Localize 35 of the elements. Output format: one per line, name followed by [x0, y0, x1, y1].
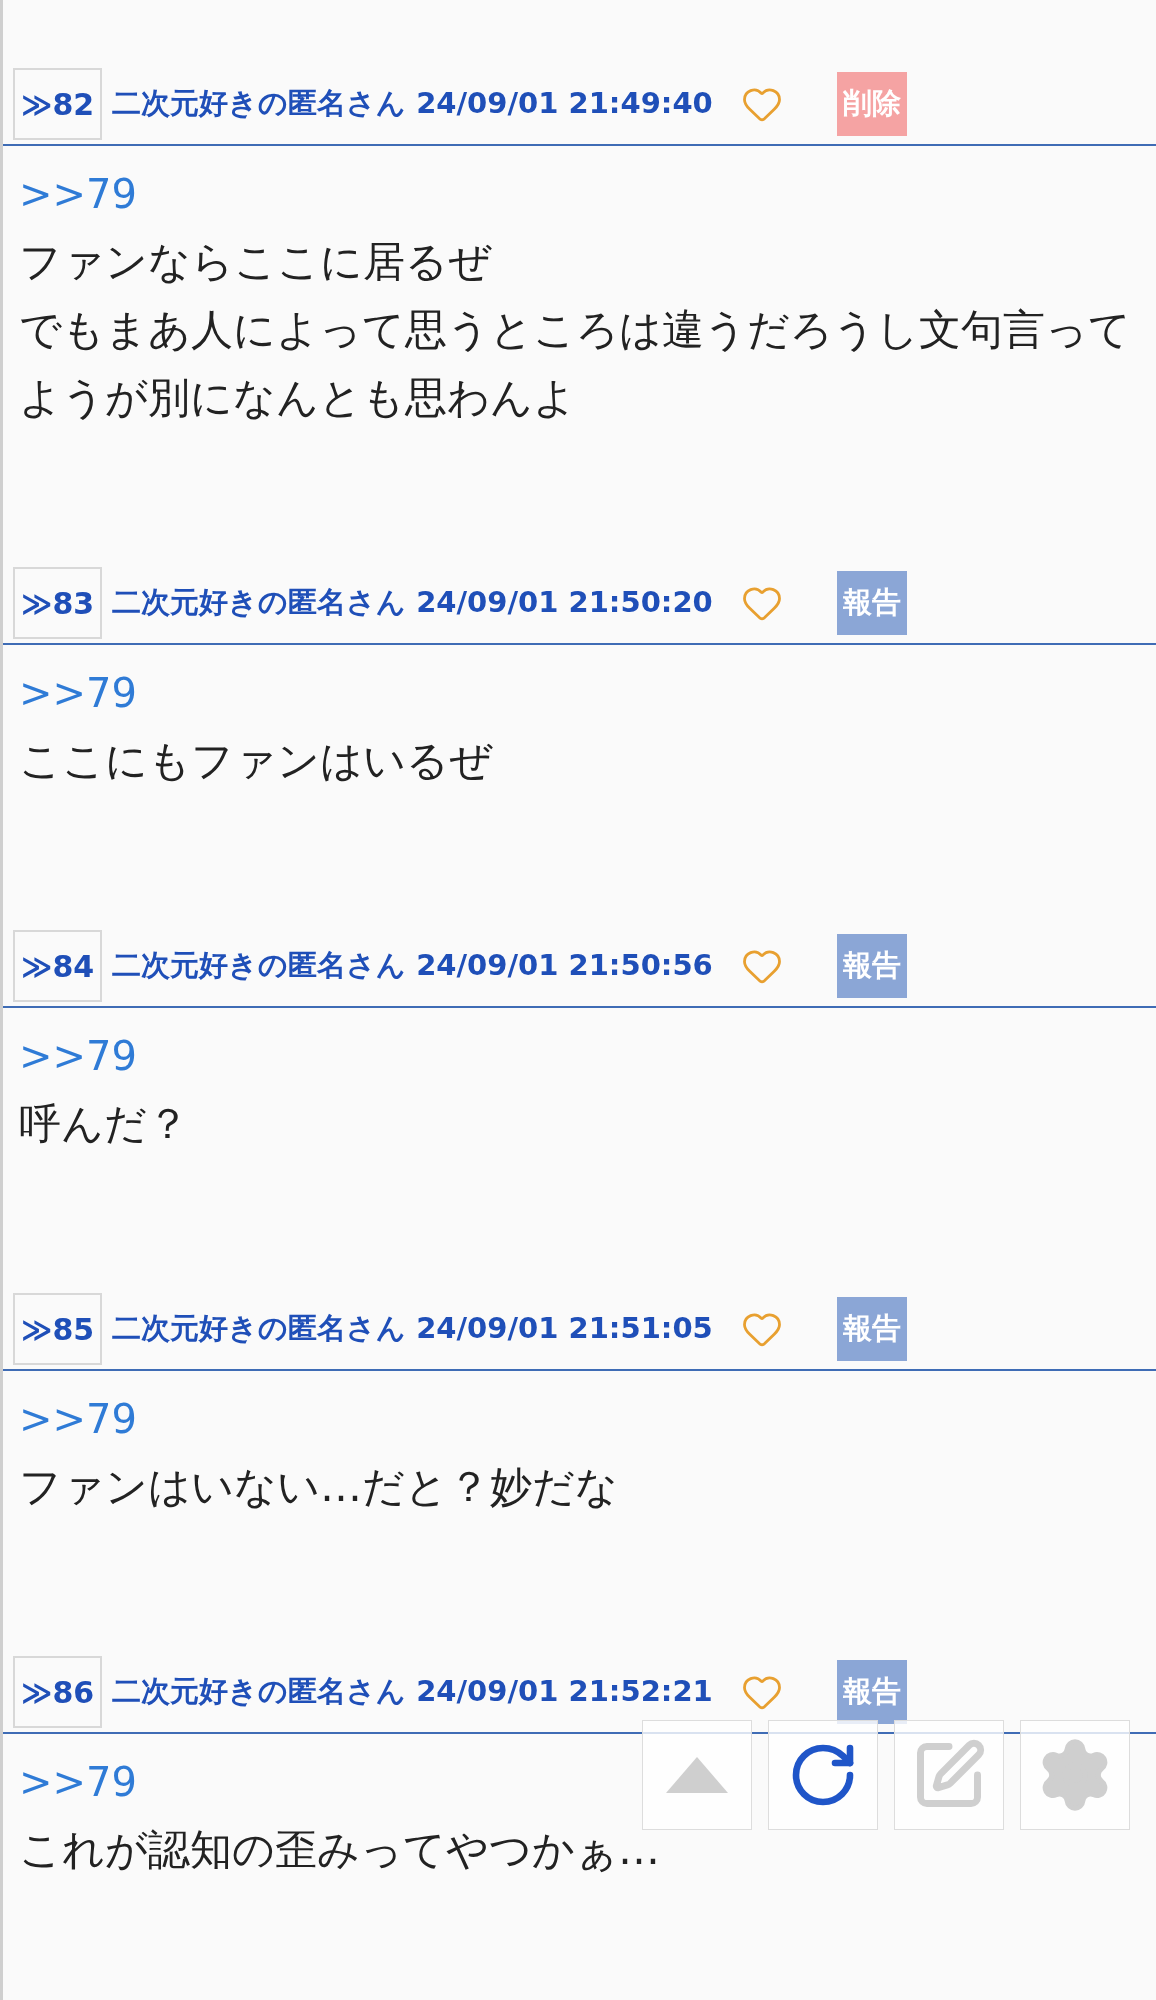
post-text: これが認知の歪みってやつかぁ… [19, 1824, 661, 1876]
reply-link[interactable]: >>79 [19, 1022, 137, 1090]
author-name: 二次元好きの匿名さん [112, 584, 407, 622]
settings-button[interactable] [1020, 1720, 1130, 1830]
post-text: でもまあ人によって思うところは違うだろうし文句言ってようが別になんとも思わんよ [19, 304, 1131, 424]
report-button[interactable]: 報告 [836, 571, 907, 635]
author-name: 二次元好きの匿名さん [112, 1310, 407, 1348]
reply-link[interactable]: >>79 [19, 1748, 137, 1816]
post-number[interactable]: ≫85 [13, 1293, 103, 1365]
post-date: 24/09/01 21:51:05 [416, 1310, 713, 1348]
post-date: 24/09/01 21:50:56 [416, 947, 713, 985]
post-date: 24/09/01 21:50:20 [416, 584, 713, 622]
reply-link[interactable]: >>79 [19, 659, 137, 727]
post-number[interactable]: ≫83 [13, 567, 103, 639]
report-button[interactable]: 報告 [836, 1297, 907, 1361]
post-date: 24/09/01 21:49:40 [416, 85, 713, 123]
up-triangle-icon [666, 1757, 728, 1793]
post-number[interactable]: ≫86 [13, 1656, 103, 1728]
refresh-button[interactable] [768, 1720, 878, 1830]
post-text: ファンならここに居るぜ [19, 236, 493, 288]
scroll-up-button[interactable] [642, 1720, 752, 1830]
report-button[interactable]: 報告 [836, 934, 907, 998]
post-text: ファンはいない…だと？妙だな [19, 1461, 619, 1513]
post-date: 24/09/01 21:52:21 [416, 1673, 713, 1711]
report-button[interactable]: 報告 [836, 1660, 907, 1724]
reply-link[interactable]: >>79 [19, 160, 137, 228]
author-name: 二次元好きの匿名さん [112, 1673, 407, 1711]
reply-link[interactable]: >>79 [19, 1385, 137, 1453]
post-number[interactable]: ≫84 [13, 930, 103, 1002]
author-name: 二次元好きの匿名さん [112, 947, 407, 985]
post-number[interactable]: ≫82 [13, 68, 103, 140]
author-name: 二次元好きの匿名さん [112, 85, 407, 123]
edit-button[interactable] [894, 1720, 1004, 1830]
post-text: 呼んだ？ [19, 1098, 190, 1150]
post-text: ここにもファンはいるぜ [19, 735, 494, 787]
